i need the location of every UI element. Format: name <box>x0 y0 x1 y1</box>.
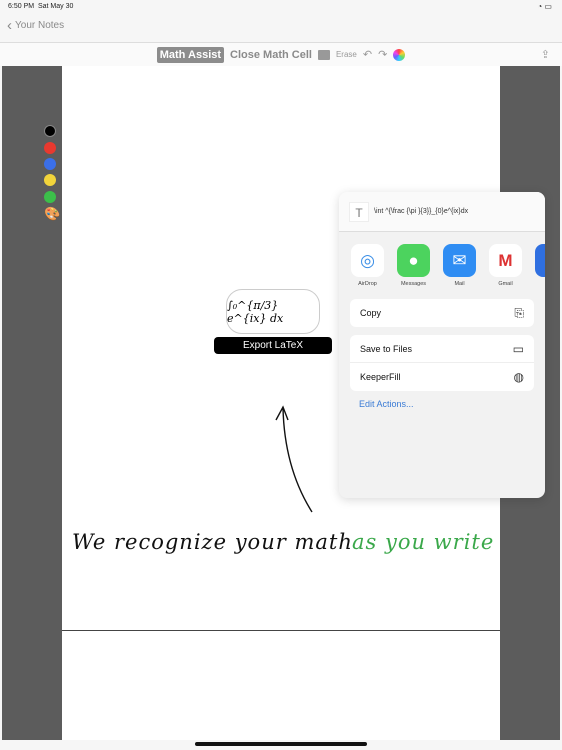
folder-icon: ▭ <box>512 341 524 356</box>
redo-icon[interactable]: ↷ <box>378 48 387 61</box>
time: 6:50 PM <box>8 3 35 10</box>
text-icon: T <box>349 201 369 222</box>
handwriting-black: We recognize your math <box>72 530 353 554</box>
export-latex-button[interactable]: Export LaTeX <box>214 337 332 354</box>
keeperfill-action[interactable]: KeeperFill ◍ <box>350 363 534 391</box>
back-label: Your Notes <box>15 20 65 31</box>
page-divider <box>62 630 500 631</box>
keeper-icon: ◍ <box>513 370 524 384</box>
copy-icon: ⎘ <box>514 305 524 320</box>
color-wheel-icon[interactable] <box>393 48 406 61</box>
arrow-drawing <box>275 405 313 513</box>
share-icon[interactable]: ⇪ <box>541 48 550 61</box>
share-sheet: T \int ^{\frac {\pi }{3}}_{0}e^{ix}dx ◎ Ai… <box>339 192 545 498</box>
date: Sat May 30 <box>37 3 74 10</box>
back-button[interactable]: ‹ Your Notes <box>7 16 65 34</box>
airdrop-icon: ◎ <box>351 244 384 277</box>
wifi-battery-icon: ◔ ▭ <box>537 2 552 11</box>
notes-icon <box>535 244 545 277</box>
app-notes[interactable]: No <box>535 244 545 287</box>
home-indicator[interactable] <box>195 742 367 746</box>
app-label: Messages <box>400 281 427 287</box>
chevron-left-icon: ‹ <box>7 16 12 34</box>
actions-group: Save to Files ▭ KeeperFill ◍ <box>350 335 534 391</box>
color-blue[interactable] <box>44 158 56 170</box>
handwriting-green: as you write <box>352 530 495 554</box>
app-mail[interactable]: ✉ Mail <box>443 244 476 287</box>
close-math-cell-button[interactable]: Close Math Cell <box>230 49 312 61</box>
app-airdrop[interactable]: ◎ AirDrop <box>351 244 384 287</box>
status-bar: 6:50 PM Sat May 30 ◔ ▭ <box>0 0 562 14</box>
color-black[interactable] <box>44 125 56 137</box>
edit-actions-link[interactable]: Edit Actions... <box>359 399 545 409</box>
palette-icon[interactable]: 🎨 <box>44 207 60 220</box>
action-label: KeeperFill <box>360 372 401 382</box>
math-cell[interactable]: ∫₀^{π/3} e^{ix} dx <box>226 289 320 334</box>
erase-button[interactable]: Erase <box>336 50 357 59</box>
undo-icon[interactable]: ↶ <box>363 48 372 61</box>
math-assist-button[interactable]: Math Assist <box>156 46 225 63</box>
share-header: T \int ^{\frac {\pi }{3}}_{0}e^{ix}dx <box>339 192 545 232</box>
copy-action[interactable]: Copy ⎘ <box>350 299 534 327</box>
app-label: Mail <box>454 281 465 287</box>
mail-icon: ✉ <box>443 244 476 277</box>
action-label: Save to Files <box>360 343 413 354</box>
formula: ∫₀^{π/3} e^{ix} dx <box>227 298 284 325</box>
color-red[interactable] <box>44 142 56 154</box>
gmail-icon: M <box>489 244 522 277</box>
app-gmail[interactable]: M Gmail <box>489 244 522 287</box>
app-messages[interactable]: ● Messages <box>397 244 430 287</box>
color-yellow[interactable] <box>44 174 56 186</box>
pen-tool-icon[interactable] <box>317 49 330 60</box>
copy-group: Copy ⎘ <box>350 299 534 327</box>
action-label: Copy <box>360 308 382 318</box>
color-green[interactable] <box>44 191 56 203</box>
app-label: AirDrop <box>358 281 377 287</box>
latex-text: \int ^{\frac {\pi }{3}}_{0}e^{ix}dx <box>374 208 469 215</box>
save-to-files-action[interactable]: Save to Files ▭ <box>350 335 534 363</box>
nav-bar: ‹ Your Notes <box>0 14 562 42</box>
toolbar: Math Assist Close Math Cell Erase ↶ ↷ ⇪ <box>0 42 562 66</box>
app-label: Gmail <box>498 281 513 287</box>
messages-icon: ● <box>397 244 430 277</box>
